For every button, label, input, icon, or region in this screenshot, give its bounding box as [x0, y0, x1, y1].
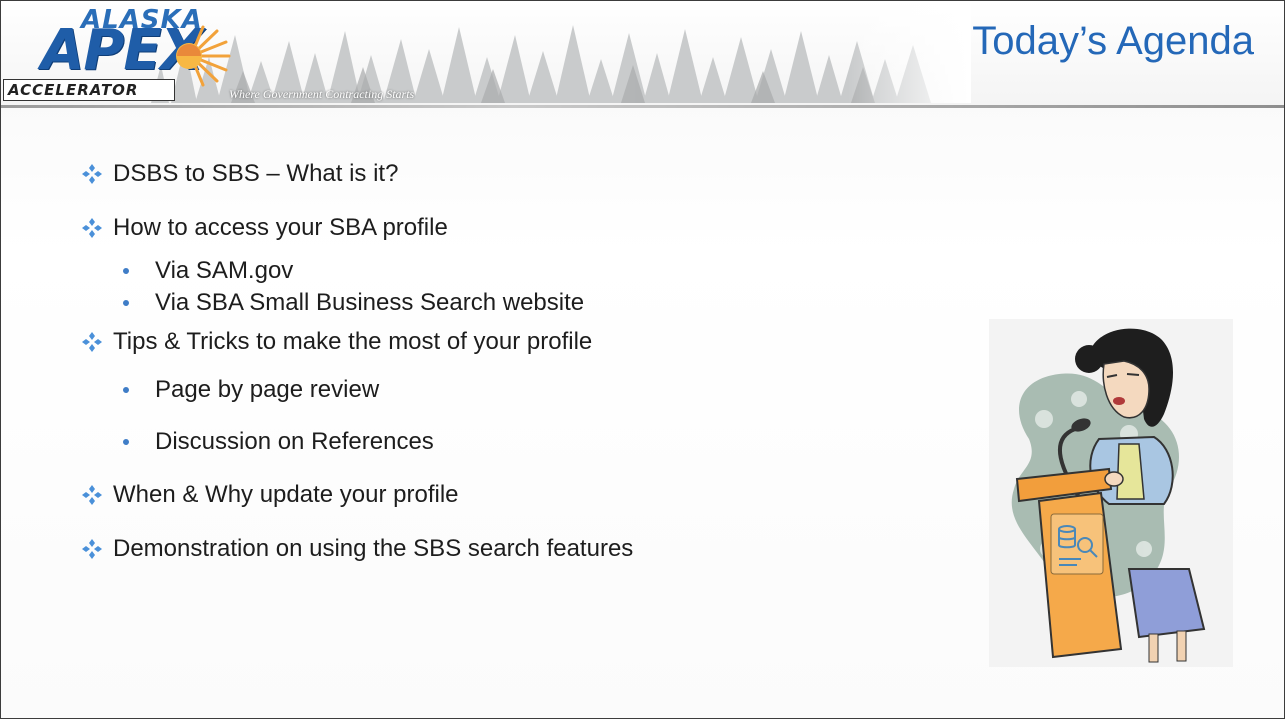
logo-accelerator-text: ACCELERATOR	[8, 81, 139, 99]
logo-accelerator-box: ACCELERATOR	[3, 79, 175, 101]
tagline-text: Where Government Contracting Starts	[229, 87, 415, 101]
dot-bullet-icon	[123, 387, 129, 393]
presentation-slide: ALASKA APEX ACCELERATOR Where Government…	[0, 0, 1285, 719]
list-item: How to access your SBA profile	[81, 201, 941, 255]
header-divider	[1, 105, 1284, 108]
four-diamond-bullet-icon	[82, 331, 102, 352]
page-title: Today’s Agenda	[972, 19, 1254, 63]
sunburst-icon	[176, 25, 231, 87]
list-item: When & Why update your profile	[81, 468, 941, 522]
agenda-item-text: Demonstration on using the SBS search fe…	[113, 535, 634, 562]
list-item: DSBS to SBS – What is it?	[81, 147, 941, 201]
four-diamond-bullet-icon	[82, 539, 102, 559]
list-item: Demonstration on using the SBS search fe…	[81, 522, 941, 576]
agenda-item-text: How to access your SBA profile	[113, 214, 448, 241]
list-subitem: Page by page review	[81, 364, 941, 416]
agenda-item-text: Tips & Tricks to make the most of your p…	[113, 327, 593, 355]
agenda-subitem-text: Via SBA Small Business Search website	[155, 289, 585, 316]
four-diamond-bullet-icon	[82, 164, 102, 184]
list-subitem: Via SBA Small Business Search website	[81, 287, 941, 319]
dot-bullet-icon	[123, 439, 129, 445]
four-diamond-bullet-icon	[82, 218, 102, 238]
agenda-item-text: DSBS to SBS – What is it?	[113, 160, 399, 187]
agenda-subitem-text: Via SAM.gov	[155, 257, 294, 284]
dot-bullet-icon	[123, 268, 129, 274]
dot-bullet-icon	[123, 300, 129, 306]
slide-header: ALASKA APEX ACCELERATOR Where Government…	[1, 1, 1284, 108]
list-subitem: Via SAM.gov	[81, 255, 941, 287]
agenda-item-text: When & Why update your profile	[113, 481, 459, 508]
agenda-list: DSBS to SBS – What is it? How to access …	[81, 147, 941, 576]
apex-accelerator-logo: ALASKA APEX ACCELERATOR	[3, 5, 243, 101]
speaker-at-podium-illustration	[989, 319, 1233, 667]
four-diamond-bullet-icon	[82, 485, 102, 505]
list-subitem: Discussion on References	[81, 416, 941, 468]
agenda-subitem-text: Discussion on References	[155, 428, 434, 455]
agenda-subitem-text: Page by page review	[155, 376, 380, 403]
list-item: Tips & Tricks to make the most of your p…	[81, 319, 941, 364]
